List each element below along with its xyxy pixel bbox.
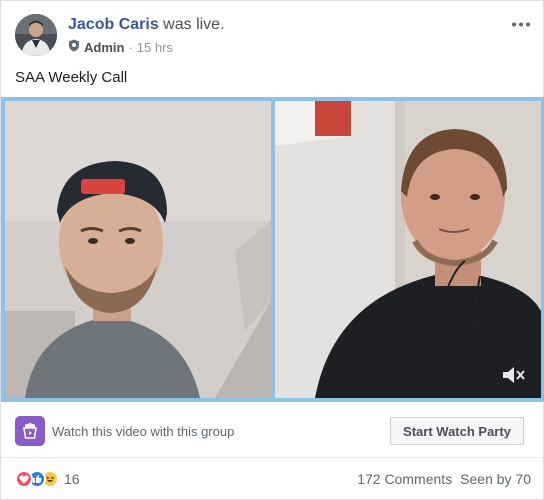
author-role: Admin bbox=[84, 39, 125, 55]
live-post-card: Jacob Caris was live. Admin · 15 hrs SAA… bbox=[0, 0, 544, 500]
seen-by-link[interactable]: Seen by 70 bbox=[460, 471, 531, 487]
watch-party-bar: Watch this video with this group Start W… bbox=[1, 402, 544, 458]
speaker-muted-icon[interactable] bbox=[501, 364, 527, 386]
stats-right: 172 Comments Seen by 70 bbox=[357, 471, 531, 487]
post-text: SAA Weekly Call bbox=[15, 69, 128, 86]
comments-count-link[interactable]: 172 Comments bbox=[357, 471, 452, 487]
live-video-player[interactable] bbox=[1, 97, 544, 402]
watch-party-icon bbox=[15, 416, 45, 446]
author-name-link[interactable]: Jacob Caris bbox=[68, 16, 159, 33]
post-timestamp[interactable]: 15 hrs bbox=[137, 40, 173, 56]
start-watch-party-button[interactable]: Start Watch Party bbox=[390, 417, 524, 445]
more-options-icon[interactable] bbox=[509, 15, 533, 33]
post-action-text: was live. bbox=[163, 16, 225, 33]
admin-shield-icon bbox=[68, 39, 80, 56]
post-meta: Admin · 15 hrs bbox=[68, 39, 173, 56]
post-header: Jacob Caris was live. Admin · 15 hrs bbox=[15, 13, 533, 59]
video-participant-right bbox=[275, 101, 541, 398]
video-participant-left bbox=[5, 101, 271, 398]
watch-party-prompt: Watch this video with this group bbox=[52, 424, 235, 439]
reactions-summary[interactable]: 16 bbox=[15, 469, 80, 489]
reaction-count: 16 bbox=[64, 471, 80, 487]
author-avatar[interactable] bbox=[15, 14, 57, 56]
author-line: Jacob Caris was live. bbox=[68, 15, 225, 35]
love-reaction-icon bbox=[15, 470, 33, 488]
meta-separator: · bbox=[128, 39, 133, 55]
engagement-stats: 16 172 Comments Seen by 70 bbox=[1, 459, 544, 499]
